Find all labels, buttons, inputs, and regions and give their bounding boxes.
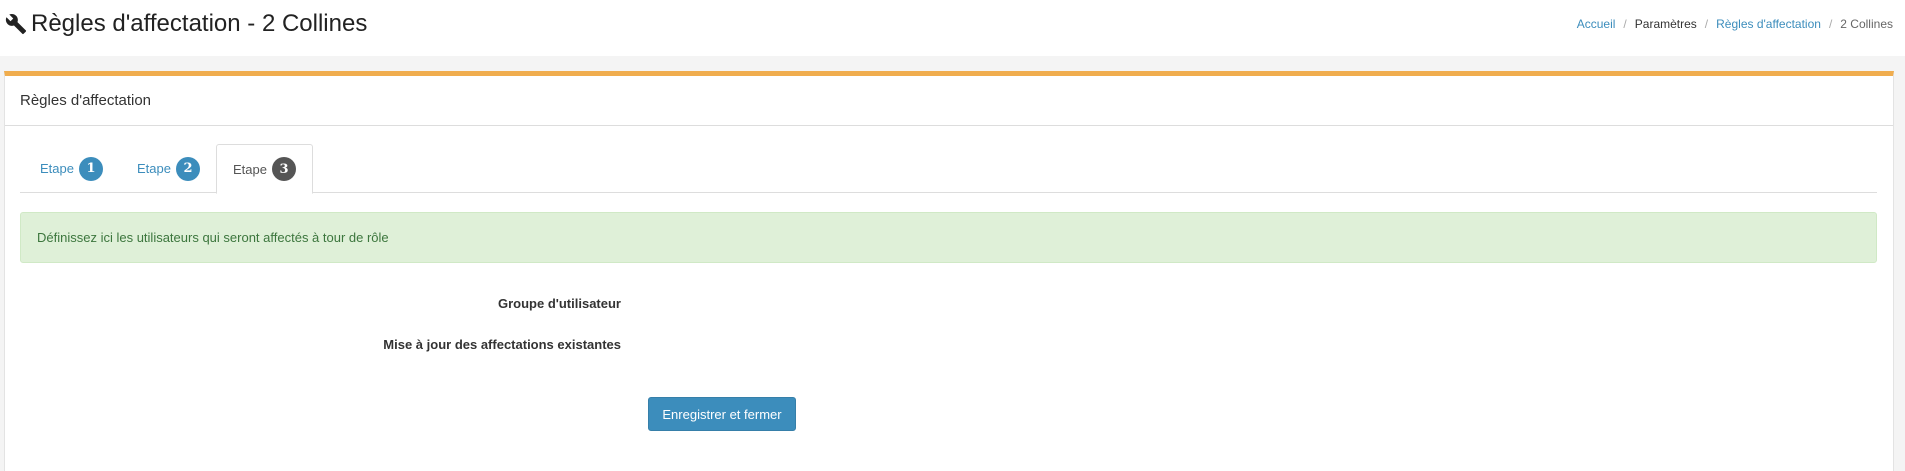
tab-step-2[interactable]: Etape 2	[121, 144, 216, 193]
update-assignments-label: Mise à jour des affectations existantes	[383, 337, 621, 352]
breadcrumb-regles[interactable]: Règles d'affectation	[1716, 17, 1821, 31]
breadcrumb-separator: /	[1704, 17, 1709, 31]
breadcrumb-parametres: Paramètres	[1634, 17, 1697, 31]
tab-label: Etape	[233, 161, 267, 177]
breadcrumb: Accueil / Paramètres / Règles d'affectat…	[1577, 17, 1893, 31]
page-title: Règles d'affectation - 2 Collines	[4, 10, 367, 38]
alert-text: Définissez ici les utilisateurs qui sero…	[37, 230, 389, 245]
rules-box: Règles d'affectation Etape 1 Etape 2 Eta…	[4, 71, 1894, 471]
step-tabs: Etape 1 Etape 2 Etape 3	[20, 144, 1877, 194]
step-badge: 3	[271, 157, 296, 181]
tab-step-1[interactable]: Etape 1	[24, 144, 119, 193]
tab-label: Etape	[137, 161, 171, 176]
breadcrumb-separator: /	[1828, 17, 1833, 31]
user-group-label: Groupe d'utilisateur	[498, 296, 621, 311]
save-and-close-button[interactable]: Enregistrer et fermer	[648, 397, 796, 431]
page-title-text: Règles d'affectation - 2 Collines	[31, 10, 368, 37]
step-badge: 1	[78, 156, 103, 181]
tab-label: Etape	[40, 161, 74, 176]
breadcrumb-separator: /	[1623, 17, 1627, 31]
box-title: Règles d'affectation	[5, 76, 1893, 126]
wrench-icon	[4, 12, 28, 36]
step-badge: 2	[175, 156, 200, 181]
breadcrumb-accueil[interactable]: Accueil	[1577, 17, 1616, 31]
info-alert: Définissez ici les utilisateurs qui sero…	[20, 212, 1877, 263]
breadcrumb-current: 2 Collines	[1840, 17, 1893, 31]
page-header: Règles d'affectation - 2 Collines Accuei…	[0, 0, 1905, 56]
tab-step-3[interactable]: Etape 3	[216, 144, 313, 194]
